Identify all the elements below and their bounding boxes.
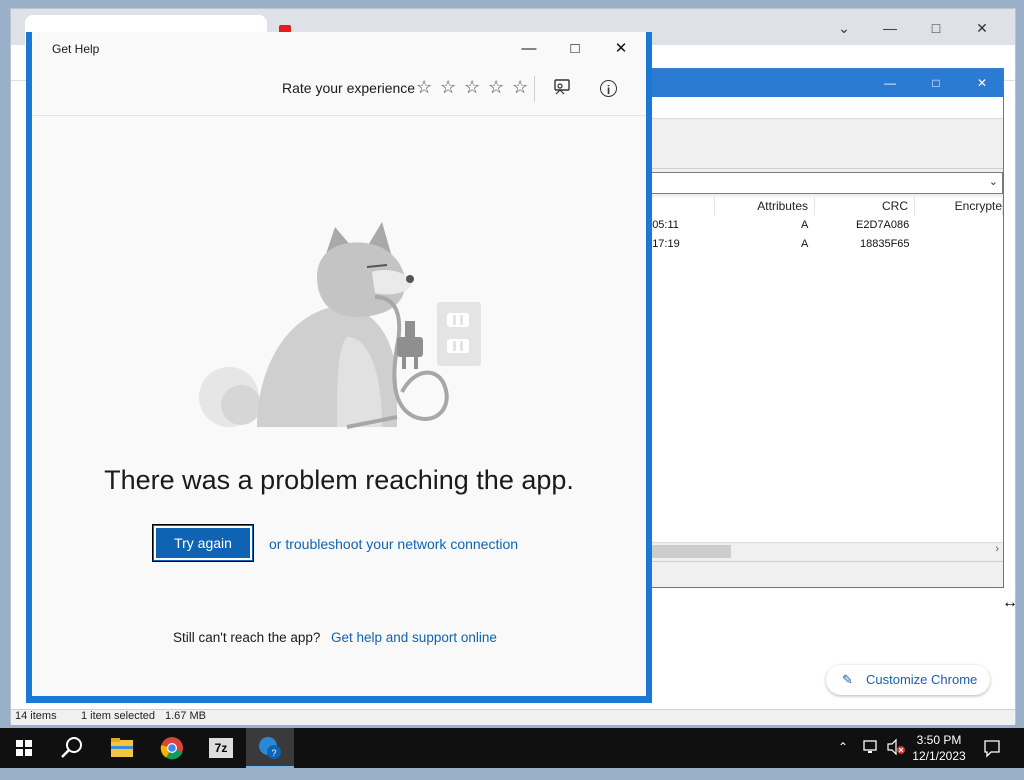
feedback-icon[interactable]: [551, 78, 573, 100]
customize-chrome-button[interactable]: ✎ Customize Chrome: [826, 665, 990, 695]
notification-icon[interactable]: [982, 738, 1002, 778]
chrome-icon[interactable]: [148, 728, 196, 768]
info-icon[interactable]: i: [600, 80, 617, 97]
chevron-right-icon[interactable]: ›: [995, 543, 999, 555]
star-icon[interactable]: ☆: [488, 78, 504, 96]
try-again-button[interactable]: Try again: [152, 524, 254, 562]
minimize-button[interactable]: —: [506, 34, 552, 64]
clock-time: 3:50 PM: [916, 733, 962, 747]
sevenzip-label: 7z: [209, 738, 233, 758]
star-icon[interactable]: ☆: [464, 78, 480, 96]
star-icon[interactable]: ☆: [416, 78, 432, 96]
sevenzip-window: — □ ✕ ⌄ ied Attributes CRC Encrypte 08-0…: [620, 68, 1004, 588]
start-button[interactable]: [0, 728, 48, 768]
help-support-online-link[interactable]: Get help and support online: [331, 630, 497, 645]
explorer-status-bar: 14 items 1 item selected 1.67 MB: [11, 709, 1015, 725]
get-help-window: Get Help — □ ✕ Rate your experience ☆ ☆ …: [26, 32, 652, 703]
star-icon[interactable]: ☆: [512, 78, 528, 96]
status-selected: 1 item selected: [81, 710, 155, 722]
column-encrypted[interactable]: Encrypte: [915, 197, 1003, 215]
cell-crc: 18835F65: [860, 238, 910, 250]
sevenzip-minimize-button[interactable]: —: [867, 69, 913, 97]
taskbar-clock[interactable]: 3:50 PM 12/1/2023: [904, 732, 974, 764]
error-message: There was a problem reaching the app.: [104, 465, 574, 495]
sevenzip-titlebar[interactable]: — □ ✕: [621, 69, 1003, 97]
svg-text:?: ?: [271, 748, 276, 758]
get-help-titlebar[interactable]: Get Help — □ ✕: [32, 32, 646, 66]
column-crc[interactable]: CRC: [815, 197, 915, 215]
chrome-close-button[interactable]: ✕: [959, 13, 1005, 43]
chevron-down-icon[interactable]: ⌄: [989, 175, 998, 188]
rate-label: Rate your experience: [282, 80, 416, 96]
tab-search-icon[interactable]: ⌄: [821, 13, 867, 43]
unplugged-dog-illustration: [199, 222, 481, 429]
sevenzip-file-list[interactable]: ied Attributes CRC Encrypte 08-02 05:11 …: [621, 197, 1003, 559]
header-divider: [534, 76, 535, 102]
rating-header: Rate your experience ☆ ☆ ☆ ☆ ☆ i: [32, 66, 646, 116]
sevenzip-menubar: [621, 97, 1003, 119]
search-icon[interactable]: [48, 728, 96, 768]
window-title: Get Help: [52, 42, 100, 56]
resize-cursor-icon: ↔: [1002, 594, 1018, 611]
chrome-maximize-button[interactable]: □: [913, 13, 959, 43]
sevenzip-maximize-button[interactable]: □: [913, 69, 959, 97]
still-cant-reach-text: Still can't reach the app?: [173, 630, 321, 645]
maximize-button[interactable]: □: [552, 34, 598, 64]
pencil-icon: ✎: [842, 672, 853, 687]
cell-attributes: A: [801, 238, 809, 250]
horizontal-scrollbar[interactable]: ›: [621, 542, 1003, 559]
get-help-taskbar-icon[interactable]: ?: [246, 728, 294, 768]
clock-date: 12/1/2023: [912, 749, 966, 763]
taskbar: 7z ? ⌃ 3:50 PM 12/1/2023: [0, 728, 1024, 768]
close-button[interactable]: ✕: [598, 34, 644, 64]
sevenzip-address-bar[interactable]: ⌄: [621, 172, 1003, 194]
sevenzip-taskbar-icon[interactable]: 7z: [197, 728, 245, 768]
column-attributes[interactable]: Attributes: [715, 197, 815, 215]
file-explorer-icon[interactable]: [98, 728, 146, 768]
sevenzip-status-bar: [621, 561, 1003, 587]
star-icon[interactable]: ☆: [440, 78, 456, 96]
sevenzip-close-button[interactable]: ✕: [959, 69, 1005, 97]
get-help-content: Get Help — □ ✕ Rate your experience ☆ ☆ …: [32, 32, 646, 696]
cell-crc: E2D7A086: [856, 219, 910, 231]
volume-muted-icon[interactable]: [886, 738, 906, 778]
status-items: 14 items: [15, 710, 57, 722]
network-icon[interactable]: [862, 738, 880, 778]
chevron-up-icon[interactable]: ⌃: [838, 740, 848, 780]
troubleshoot-network-link[interactable]: or troubleshoot your network connection: [269, 536, 518, 552]
sevenzip-toolbar: [621, 119, 1003, 169]
cell-attributes: A: [801, 219, 809, 231]
customize-chrome-label: Customize Chrome: [866, 672, 978, 687]
chrome-minimize-button[interactable]: —: [867, 13, 913, 43]
status-size: 1.67 MB: [165, 710, 206, 722]
